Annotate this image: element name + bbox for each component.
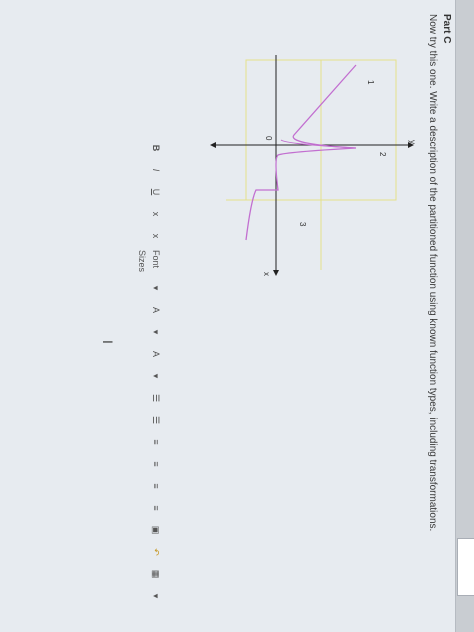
table-dropdown-icon[interactable]: ▾ xyxy=(149,588,163,604)
table-icon[interactable]: ▦ xyxy=(149,566,163,582)
function-curve xyxy=(245,64,357,241)
monitor-bezel xyxy=(455,0,474,632)
x-axis-arrow xyxy=(273,270,279,276)
region-label-1: 1 xyxy=(366,80,375,85)
x-axis-label: x xyxy=(262,272,271,276)
bold-button[interactable]: B xyxy=(149,140,163,156)
numbered-list-icon[interactable]: ☰ xyxy=(149,390,163,406)
screen: Part C Now try this one. Write a descrip… xyxy=(0,0,474,632)
underline-button[interactable]: U xyxy=(149,184,163,200)
align-left-icon[interactable]: ≡ xyxy=(149,434,163,450)
region-label-2: 2 xyxy=(378,152,387,157)
editor-toolbar: B I U x x Font Sizes ▾ A ▾ A ▾ ☰ ☰ ≡ ≡ ≡… xyxy=(137,140,164,610)
bezel-tab xyxy=(457,538,474,596)
y-axis-label: y xyxy=(408,140,416,144)
image-icon[interactable]: ▣ xyxy=(149,522,163,538)
part-label: Part C xyxy=(441,14,452,44)
bulleted-list-icon[interactable]: ☰ xyxy=(149,412,163,428)
indent-icon[interactable]: ≡ xyxy=(149,500,163,516)
piecewise-graph: y x 1 2 3 0 xyxy=(210,55,416,276)
question-prompt: Now try this one. Write a description of… xyxy=(427,14,438,532)
subscript-button[interactable]: x xyxy=(149,228,163,244)
align-right-icon[interactable]: ≡ xyxy=(149,478,163,494)
highlight-dropdown-icon[interactable]: ▾ xyxy=(149,368,163,384)
text-color-button[interactable]: A xyxy=(149,302,163,318)
align-center-icon[interactable]: ≡ xyxy=(149,456,163,472)
rotated-content: Part C Now try this one. Write a descrip… xyxy=(6,10,456,610)
italic-button[interactable]: I xyxy=(149,162,163,178)
text-color-dropdown-icon[interactable]: ▾ xyxy=(149,324,163,340)
text-cursor-icon: I xyxy=(100,340,116,344)
origin-label: 0 xyxy=(264,136,273,141)
font-size-select[interactable]: Font Sizes xyxy=(137,250,163,274)
undo-icon[interactable]: ↶ xyxy=(149,544,163,560)
font-size-dropdown-icon[interactable]: ▾ xyxy=(149,280,163,296)
superscript-button[interactable]: x xyxy=(149,206,163,222)
y-axis-arrow-down xyxy=(210,142,216,148)
highlight-color-button[interactable]: A xyxy=(149,346,163,362)
region-label-3: 3 xyxy=(298,222,307,227)
